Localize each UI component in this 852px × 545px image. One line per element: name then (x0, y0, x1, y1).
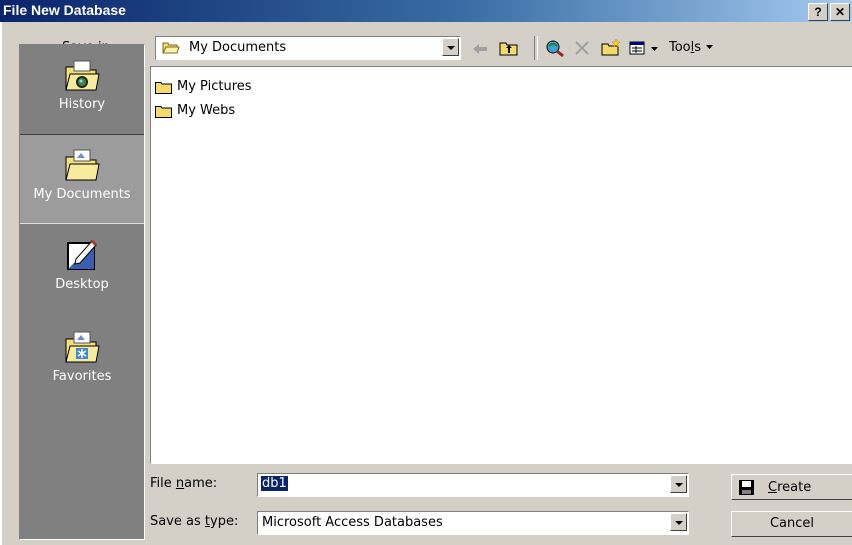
file-name-value: db1 (261, 476, 288, 491)
history-icon (62, 57, 102, 93)
help-button[interactable]: ? (808, 3, 828, 21)
favorites-icon (62, 329, 102, 365)
file-name-label: File name: (150, 476, 218, 491)
place-label: My Documents (33, 187, 131, 202)
close-button[interactable]: ✕ (830, 3, 850, 21)
save-in-dropdown-arrow[interactable] (442, 38, 459, 56)
file-list[interactable]: My Pictures My Webs (150, 66, 852, 464)
save-as-type-dropdown[interactable]: Microsoft Access Databases (257, 511, 689, 535)
place-favorites[interactable]: Favorites (20, 317, 144, 405)
place-desktop[interactable]: Desktop (20, 225, 144, 313)
up-one-level-icon[interactable] (498, 38, 520, 58)
views-dropdown-arrow-icon[interactable] (650, 38, 660, 58)
save-as-type-value: Microsoft Access Databases (262, 515, 443, 530)
file-name-dropdown-arrow[interactable] (670, 475, 687, 493)
create-button-label: Create (768, 480, 812, 495)
title-bar: File New Database ? ✕ (0, 0, 852, 22)
list-item-label: My Webs (177, 103, 236, 118)
places-bar: History My Documents Desktop Favorites (19, 44, 145, 540)
window-title: File New Database (3, 2, 126, 18)
desktop-icon (62, 237, 102, 273)
save-as-type-dropdown-arrow[interactable] (670, 513, 687, 531)
place-history[interactable]: History (20, 45, 144, 133)
create-new-folder-icon[interactable] (600, 38, 622, 58)
my-documents-icon (62, 147, 102, 183)
toolbar-separator (534, 36, 538, 60)
folder-icon (155, 81, 172, 94)
save-as-type-label: Save as type: (150, 514, 239, 529)
list-item-label: My Pictures (177, 79, 252, 94)
place-label: Favorites (52, 369, 112, 384)
tools-menu[interactable]: Tools (669, 40, 715, 55)
place-label: History (58, 97, 106, 112)
folder-icon (155, 105, 172, 118)
save-in-value: My Documents (189, 40, 287, 55)
views-icon[interactable] (628, 38, 648, 58)
open-folder-icon (162, 40, 180, 59)
cancel-button[interactable]: Cancel (731, 511, 852, 537)
create-button[interactable]: Create (731, 474, 852, 500)
save-disk-icon (738, 479, 755, 500)
cancel-button-label: Cancel (769, 516, 815, 531)
back-icon[interactable] (470, 38, 490, 58)
window-edge (0, 22, 2, 545)
search-web-icon[interactable] (544, 38, 566, 58)
delete-icon[interactable] (572, 38, 592, 58)
tools-dropdown-arrow-icon (706, 45, 714, 49)
file-name-input[interactable]: db1 (257, 473, 689, 497)
place-label: Desktop (55, 277, 109, 292)
save-in-dropdown[interactable]: My Documents (155, 36, 461, 60)
place-my-documents[interactable]: My Documents (20, 134, 144, 224)
